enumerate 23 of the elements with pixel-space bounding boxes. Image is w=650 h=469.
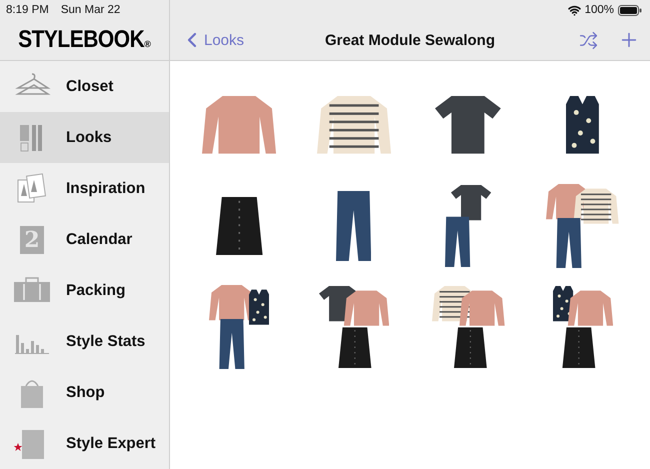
sidebar-item[interactable]: Style Expert: [0, 418, 169, 469]
sidebar-item[interactable]: Inspiration: [0, 163, 169, 214]
sidebar-item[interactable]: Shop: [0, 367, 169, 418]
calendar-day: 2: [24, 228, 40, 252]
sidebar-item[interactable]: Looks: [0, 112, 169, 163]
sidebar-item[interactable]: Style Stats: [0, 316, 169, 367]
outfit-drawing: [566, 96, 600, 154]
outfit-drawing: [336, 190, 372, 262]
outfit-drawing: [435, 96, 502, 154]
sidebar-item[interactable]: 2 Calendar: [0, 214, 169, 265]
status-date: Sun Mar 22: [60, 4, 120, 16]
shuffle-icon[interactable]: [579, 30, 598, 50]
wifi-icon: [568, 4, 581, 16]
sidebar-item[interactable]: Closet: [0, 61, 169, 112]
back-button[interactable]: Looks: [180, 28, 244, 52]
sidebar-item[interactable]: Packing: [0, 265, 169, 316]
app-logo: STYLEBOOK: [18, 26, 144, 54]
battery-icon: [618, 4, 642, 16]
outfit-drawing: [216, 196, 263, 256]
battery-percent: 100%: [584, 4, 614, 16]
registered-mark: ®: [144, 39, 151, 49]
status-time: 8:19 PM: [6, 4, 49, 16]
page-title: Great Module Sewalong: [324, 32, 496, 48]
